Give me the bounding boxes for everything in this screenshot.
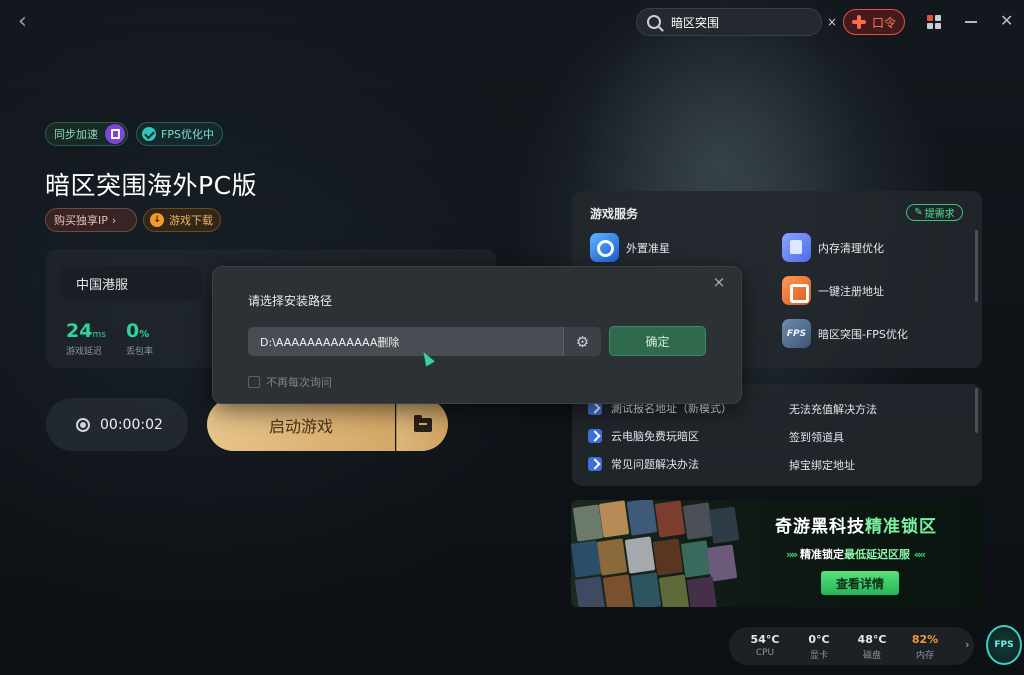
close-window-icon[interactable]: ✕ — [1000, 12, 1014, 30]
link-label: 常见问题解决办法 — [611, 458, 699, 471]
service-item-label: 一键注册地址 — [818, 284, 884, 298]
kouling-icon — [851, 15, 866, 29]
dont-ask-again-checkbox[interactable]: 不再每次询问 — [248, 374, 332, 390]
links-scrollbar[interactable] — [975, 388, 978, 433]
search-icon — [647, 15, 661, 29]
service-item-label: 外置准星 — [626, 241, 670, 255]
ping-value: 24ms — [66, 320, 106, 342]
link-icon — [588, 429, 602, 443]
buy-exclusive-ip-label: 购买独享IP — [54, 214, 108, 227]
sync-accelerate-label: 同步加速 — [54, 128, 98, 141]
server-name: 中国港服 — [76, 277, 129, 293]
service-item-label: 暗区突围-FPS优化 — [818, 327, 908, 341]
chevron-right-icon: › — [111, 213, 117, 227]
service-item-fps-optimize[interactable]: FPS 暗区突围-FPS优化 — [782, 319, 908, 348]
link-item[interactable]: 云电脑免费玩暗区 — [588, 428, 699, 444]
path-settings-button[interactable]: ⚙ — [563, 327, 601, 356]
checkbox-box[interactable] — [248, 376, 260, 388]
game-title: 暗区突围海外PC版 — [45, 171, 258, 200]
submit-request-button[interactable]: ✎ 提需求 — [906, 204, 963, 221]
back-arrow-icon[interactable]: ‹ — [18, 10, 38, 34]
submit-request-label: 提需求 — [924, 209, 955, 220]
services-scrollbar[interactable] — [975, 230, 978, 302]
sync-accelerate-badge[interactable]: 同步加速 — [45, 122, 128, 146]
link-item[interactable]: 签到领道具 — [789, 429, 844, 445]
link-label: 云电脑免费玩暗区 — [611, 430, 699, 443]
fps-check-icon — [142, 127, 156, 141]
banner-title: 奇游黑科技精准锁区 — [775, 517, 937, 537]
minimize-icon[interactable] — [965, 21, 977, 23]
view-details-button[interactable]: 查看详情 — [821, 571, 899, 595]
chevrons-left-icon: «« — [913, 548, 926, 561]
memory-usage-stat: 82% 内存 — [911, 633, 939, 661]
confirm-button[interactable]: 确定 — [609, 326, 706, 356]
promo-banner[interactable]: 奇游黑科技精准锁区 »» 精准锁定最低延迟区服 «« 查看详情 — [571, 500, 983, 607]
banner-subtitle: »» 精准锁定最低延迟区服 «« — [785, 548, 926, 561]
clear-search-icon[interactable]: × — [827, 15, 837, 29]
fps-monitor-button[interactable]: FPS — [986, 625, 1022, 665]
dont-ask-again-label: 不再每次询问 — [266, 376, 332, 389]
game-download-label: 游戏下载 — [169, 214, 213, 227]
record-icon — [76, 417, 90, 432]
buy-exclusive-ip-button[interactable]: 购买独享IP › — [45, 208, 137, 232]
download-icon: ↓ — [150, 213, 164, 227]
memory-clean-icon — [782, 233, 811, 262]
crosshair-icon — [590, 233, 619, 262]
link-item[interactable]: 掉宝绑定地址 — [789, 457, 855, 473]
packet-loss-label: 丢包率 — [126, 347, 154, 357]
service-item-memory-clean[interactable]: 内存清理优化 — [782, 233, 884, 262]
expand-stats-icon[interactable]: › — [965, 638, 969, 651]
register-icon — [782, 276, 811, 305]
apps-grid-icon[interactable] — [927, 15, 943, 31]
folder-icon — [413, 414, 432, 432]
service-item-crosshair[interactable]: 外置准星 — [590, 233, 670, 262]
game-folder-button[interactable] — [396, 398, 448, 451]
kouling-label: 口令 — [871, 15, 896, 30]
gpu-temp-stat: 0°C 显卡 — [808, 633, 830, 661]
search-input[interactable] — [671, 15, 821, 29]
link-icon — [588, 457, 602, 471]
game-download-button[interactable]: ↓ 游戏下载 — [143, 208, 221, 232]
fps-optimizing-label: FPS优化中 — [161, 128, 214, 141]
ping-unit: ms — [92, 330, 106, 340]
fps-optimize-icon: FPS — [782, 319, 811, 348]
cpu-temp-stat: 54°C CPU — [750, 633, 780, 658]
ping-label: 游戏延迟 — [66, 347, 103, 357]
game-services-title: 游戏服务 — [590, 207, 639, 221]
service-item-register[interactable]: 一键注册地址 — [782, 276, 884, 305]
timer-value: 00:00:02 — [100, 416, 163, 433]
dialog-close-icon[interactable]: × — [711, 274, 727, 290]
service-item-label: 内存清理优化 — [818, 241, 884, 255]
dialog-title: 请选择安装路径 — [248, 294, 333, 308]
install-path-input[interactable] — [248, 327, 563, 356]
link-item[interactable]: 无法充值解决方法 — [789, 401, 877, 417]
twitch-icon — [105, 124, 125, 144]
kouling-button[interactable]: 口令 — [843, 9, 905, 35]
link-item[interactable]: 常见问题解决办法 — [588, 456, 699, 472]
packet-loss-unit: % — [139, 329, 150, 340]
fps-optimizing-badge[interactable]: FPS优化中 — [136, 122, 223, 146]
session-timer[interactable]: 00:00:02 — [46, 398, 188, 451]
server-selector[interactable]: 中国港服 — [61, 266, 201, 300]
gear-icon: ⚙ — [575, 332, 590, 351]
search-box[interactable]: × — [636, 8, 837, 36]
disk-temp-stat: 48°C 磁盘 — [857, 633, 887, 661]
game-covers-image — [571, 500, 741, 607]
hardware-stats-bar[interactable]: 54°C CPU 0°C 显卡 48°C 磁盘 82% 内存 — [729, 627, 974, 665]
packet-loss-value: 0% — [126, 320, 150, 342]
start-game-button[interactable]: 启动游戏 — [207, 398, 395, 451]
chevrons-right-icon: »» — [785, 548, 798, 561]
pencil-icon: ✎ — [914, 207, 923, 218]
